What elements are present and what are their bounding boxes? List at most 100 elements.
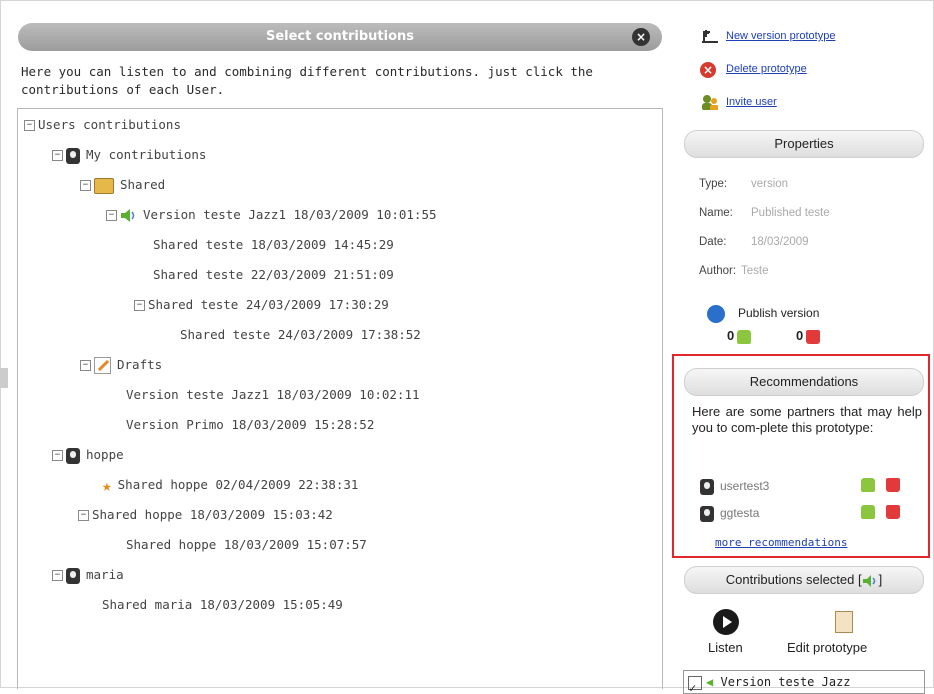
publish-version-button[interactable]: Publish version [738, 306, 819, 320]
edit-prototype-button[interactable]: Edit prototype [787, 640, 867, 655]
user-icon [700, 506, 714, 522]
tree-label: Shared hoppe 18/03/2009 15:03:42 [92, 507, 333, 522]
collapse-icon[interactable]: − [80, 360, 91, 371]
user-icon [66, 447, 80, 464]
properties-header: Properties [684, 130, 924, 158]
partner-name: usertest3 [720, 479, 770, 494]
tree-label: Shared teste 24/03/2009 17:38:52 [180, 327, 421, 342]
property-author: Author: Teste [699, 265, 769, 277]
delete-icon: × [700, 62, 716, 78]
collapse-icon[interactable]: − [52, 150, 63, 161]
shared-folder-icon [94, 177, 114, 194]
property-type: Type: version [699, 178, 788, 190]
property-name: Name: Published teste [699, 207, 830, 219]
tree-node-shared[interactable]: − Shared [80, 176, 165, 194]
thumbs-down-icon[interactable] [806, 329, 821, 344]
tree-node-draft-1[interactable]: Version teste Jazz1 18/03/2009 10:02:11 [126, 386, 420, 404]
votes-down-count: 0 [796, 328, 804, 343]
user-icon [700, 479, 714, 495]
collapse-icon[interactable]: − [24, 120, 35, 131]
selected-contribution-row[interactable]: ✓ ◀ Version teste Jazz [683, 670, 925, 694]
tree-node-hoppe[interactable]: − hoppe [52, 446, 124, 464]
checkbox[interactable]: ✓ [688, 675, 702, 693]
contributions-selected-header: Contributions selected [] [684, 566, 924, 594]
property-value: Published teste [751, 207, 830, 219]
collapse-icon[interactable]: − [134, 300, 145, 311]
tree-node-draft-2[interactable]: Version Primo 18/03/2009 15:28:52 [126, 416, 374, 434]
selected-item-label: Version teste Jazz [720, 675, 851, 689]
votes-down[interactable]: 0 [796, 328, 821, 344]
partner-row[interactable]: usertest3 [700, 479, 769, 495]
collapse-icon[interactable]: − [106, 210, 117, 221]
tree-node-hoppe-3[interactable]: Shared hoppe 18/03/2009 15:07:57 [126, 536, 367, 554]
more-recommendations-link[interactable]: more recommendations [715, 536, 847, 549]
tree-node-shared-teste-4[interactable]: Shared teste 24/03/2009 17:38:52 [180, 326, 421, 344]
speaker-icon: ◀ [706, 675, 714, 689]
invite-user-link[interactable]: Invite user [726, 96, 777, 108]
collapse-icon[interactable]: − [78, 510, 89, 521]
thumbs-up-icon[interactable] [737, 329, 752, 344]
collapse-icon[interactable]: − [52, 570, 63, 581]
collapse-icon[interactable]: − [80, 180, 91, 191]
property-label: Date: [699, 236, 727, 248]
tree-label: Shared teste 24/03/2009 17:30:29 [148, 297, 389, 312]
tree-label: Shared hoppe 18/03/2009 15:07:57 [126, 537, 367, 552]
tree-node-shared-teste-1[interactable]: Shared teste 18/03/2009 14:45:29 [153, 236, 394, 254]
tree-node-maria-1[interactable]: Shared maria 18/03/2009 15:05:49 [102, 596, 343, 614]
thumbs-up-icon[interactable] [861, 505, 875, 519]
invite-user-icon [702, 95, 718, 110]
tree-node-version-jazz[interactable]: − Version teste Jazz1 18/03/2009 10:01:55 [106, 206, 437, 224]
tree-node-my-contributions[interactable]: − My contributions [52, 146, 206, 164]
selected-title: Contributions selected [ [725, 572, 862, 587]
property-value: Teste [741, 265, 769, 277]
tree-node-shared-teste-2[interactable]: Shared teste 22/03/2009 21:51:09 [153, 266, 394, 284]
tree-node-hoppe-1[interactable]: ★ Shared hoppe 02/04/2009 22:38:31 [102, 476, 358, 494]
tree-node-drafts[interactable]: − Drafts [80, 356, 162, 374]
tree-node-shared-teste-3[interactable]: − Shared teste 24/03/2009 17:30:29 [134, 296, 389, 314]
partner-name: ggtesta [720, 506, 760, 521]
tree-label: Shared maria 18/03/2009 15:05:49 [102, 597, 343, 612]
select-contributions-header: Select contributions × [18, 23, 662, 51]
new-version-icon [702, 30, 718, 43]
tree-label: Version Primo 18/03/2009 15:28:52 [126, 417, 375, 432]
speaker-icon [862, 574, 875, 587]
user-icon [66, 147, 80, 164]
tree-label: Users contributions [38, 117, 181, 132]
close-icon[interactable]: × [632, 28, 650, 46]
tree-label: Version teste Jazz1 18/03/2009 10:02:11 [126, 387, 420, 402]
selected-title-end: ] [878, 572, 883, 587]
tree-label: Version teste Jazz1 18/03/2009 10:01:55 [143, 207, 437, 222]
header-title: Select contributions [265, 29, 415, 44]
partner-row[interactable]: ggtesta [700, 506, 759, 522]
tree-node-hoppe-2[interactable]: − Shared hoppe 18/03/2009 15:03:42 [78, 506, 333, 524]
edit-prototype-icon[interactable] [835, 611, 853, 633]
globe-icon [707, 305, 725, 323]
tree-node-root[interactable]: − Users contributions [24, 116, 181, 134]
play-icon[interactable] [713, 609, 739, 635]
tree-label: My contributions [86, 147, 207, 162]
tree-label: Shared hoppe 02/04/2009 22:38:31 [117, 477, 359, 492]
tree-node-maria[interactable]: − maria [52, 566, 124, 584]
recommendations-header: Recommendations [684, 368, 924, 396]
property-value: 18/03/2009 [751, 236, 809, 248]
delete-prototype-link[interactable]: Delete prototype [726, 63, 807, 75]
tree-label: Shared teste 18/03/2009 14:45:29 [153, 237, 394, 252]
collapse-icon[interactable]: − [52, 450, 63, 461]
property-date: Date: 18/03/2009 [699, 236, 809, 248]
recommendations-text: Here are some partners that may help you… [692, 404, 922, 435]
thumbs-down-icon[interactable] [886, 505, 900, 519]
listen-button[interactable]: Listen [708, 640, 743, 655]
tree-label: Shared [120, 177, 166, 192]
property-label: Name: [699, 207, 733, 219]
thumbs-up-icon[interactable] [861, 478, 875, 492]
left-splitter-handle[interactable] [0, 368, 8, 388]
thumbs-down-icon[interactable] [886, 478, 900, 492]
property-label: Type: [699, 178, 728, 190]
votes-up[interactable]: 0 [727, 328, 752, 344]
tree-label: maria [86, 567, 124, 582]
pencil-icon [94, 357, 111, 374]
tree-label: Shared teste 22/03/2009 21:51:09 [153, 267, 394, 282]
tree-label: hoppe [86, 447, 124, 462]
user-icon [66, 567, 80, 584]
new-version-link[interactable]: New version prototype [726, 30, 835, 42]
